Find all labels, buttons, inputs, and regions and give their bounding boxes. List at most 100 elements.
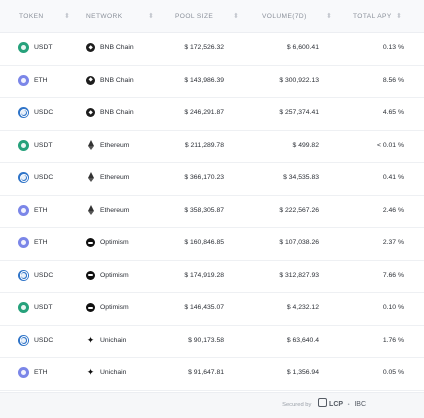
bnb-network-icon: [86, 108, 95, 117]
token-name: ETH: [34, 369, 48, 376]
uni-network-icon: ✦: [86, 367, 95, 377]
sort-token-icon[interactable]: ⬍: [64, 0, 70, 34]
eth-token-icon: [18, 367, 29, 378]
sort-pool-size-icon[interactable]: ⬍: [233, 0, 239, 34]
apy-value: 7.66 %: [382, 271, 404, 279]
table-header: TOKEN ⬍ NETWORK ⬍ POOL SIZE ⬍ VOLUME(7D)…: [0, 0, 424, 33]
token-name: USDT: [34, 141, 53, 149]
network-name: Ethereum: [100, 174, 130, 181]
network-name: Optimism: [100, 304, 129, 311]
column-header-network[interactable]: NETWORK: [86, 0, 123, 32]
pool-size-value: $ 172,526.32: [184, 44, 224, 51]
apy-value: < 0.01 %: [376, 141, 404, 149]
apy-value: 8.56 %: [382, 76, 404, 84]
table-row[interactable]: USDC Optimism $ 174,919.28 $ 312,827.93 7.66…: [0, 260, 424, 293]
token-name: USDT: [34, 44, 53, 51]
usdt-token-icon: [18, 42, 29, 53]
pool-size-value: $ 143,986.39: [184, 76, 224, 84]
secured-by-label: Secured by: [282, 402, 312, 408]
apy-value: 2.46 %: [382, 206, 404, 214]
network-name: Optimism: [100, 271, 129, 279]
volume-value: $ 312,827.93: [279, 271, 319, 279]
token-name: USDC: [34, 271, 54, 279]
eth-token-icon: [18, 204, 29, 216]
column-header-pool-size[interactable]: POOL SIZE: [175, 0, 213, 32]
token-name: USDC: [34, 336, 54, 344]
apy-value: 0.41 %: [382, 174, 404, 181]
uni-network-icon: ✦: [86, 334, 95, 345]
network-name: BNB Chain: [100, 76, 134, 84]
column-header-token[interactable]: TOKEN: [19, 0, 44, 32]
sort-apy-icon[interactable]: ⬍: [396, 0, 402, 34]
volume-value: $ 257,374.41: [279, 109, 319, 116]
network-name: BNB Chain: [100, 109, 134, 116]
ibc-label: IBC: [354, 401, 366, 408]
network-name: Ethereum: [100, 206, 130, 214]
volume-value: $ 4,232.12: [286, 304, 319, 311]
secured-by-footer: Secured by LCP • IBC: [282, 397, 366, 413]
volume-value: $ 107,038.26: [279, 239, 319, 246]
table-row[interactable]: ETH Optimism $ 160,846.85 $ 107,038.26 2.37 …: [0, 227, 424, 261]
bnb-network-icon: [86, 75, 95, 85]
pool-size-value: $ 91,647.81: [188, 369, 224, 376]
network-name: Unichain: [100, 336, 127, 344]
table-row[interactable]: USDC BNB Chain $ 246,291.87 $ 257,374.41 4.6…: [0, 97, 424, 131]
table-row[interactable]: USDC Ethereum $ 366,170.23 $ 34,535.83 0.41 …: [0, 162, 424, 196]
apy-value: 4.65 %: [382, 109, 404, 116]
lcp-logo-icon: [318, 398, 328, 407]
op-network-icon: [86, 238, 95, 247]
sort-network-icon[interactable]: ⬍: [148, 0, 154, 34]
op-network-icon: [86, 270, 95, 280]
usdt-token-icon: [18, 302, 29, 313]
table-row[interactable]: ETH Ethereum $ 358,305.87 $ 222,567.26 2.46 …: [0, 195, 424, 228]
volume-value: $ 6,600.41: [286, 44, 319, 51]
column-header-apy[interactable]: TOTAL APY: [353, 0, 392, 32]
op-network-icon: [86, 303, 95, 312]
pool-size-value: $ 246,291.87: [184, 109, 224, 116]
token-name: ETH: [34, 76, 48, 84]
token-name: USDT: [34, 304, 53, 311]
table-row[interactable]: ETH BNB Chain $ 143,986.39 $ 300,922.13 8.56…: [0, 65, 424, 98]
bnb-network-icon: [86, 43, 95, 52]
volume-value: $ 63,640.4: [286, 336, 319, 344]
lcp-label: LCP: [329, 401, 344, 408]
apy-value: 0.10 %: [382, 304, 404, 311]
pool-size-value: $ 211,289.78: [184, 141, 224, 149]
eth-token-icon: [18, 237, 29, 248]
token-name: USDC: [34, 174, 54, 181]
usdc-token-icon: [18, 172, 29, 183]
pools-table: TOKEN ⬍ NETWORK ⬍ POOL SIZE ⬍ VOLUME(7D)…: [0, 0, 424, 393]
network-name: Ethereum: [100, 141, 130, 149]
usdc-token-icon: [18, 107, 29, 118]
network-name: BNB Chain: [100, 44, 134, 51]
table-row[interactable]: USDT Ethereum $ 211,289.78 $ 499.82 < 0.01 %: [0, 130, 424, 163]
table-row[interactable]: USDT BNB Chain $ 172,526.32 $ 6,600.41 0.13 …: [0, 32, 424, 66]
volume-value: $ 499.82: [292, 141, 319, 149]
volume-value: $ 300,922.13: [279, 76, 319, 84]
apy-value: 1.76 %: [382, 336, 404, 344]
apy-value: 0.05 %: [382, 369, 404, 376]
usdc-token-icon: [18, 334, 29, 346]
table-row[interactable]: USDC ✦ Unichain $ 90,173.58 $ 63,640.4 1.76 %: [0, 325, 424, 358]
pool-size-value: $ 358,305.87: [184, 206, 224, 214]
network-name: Optimism: [100, 239, 129, 246]
volume-value: $ 222,567.26: [279, 206, 319, 214]
footer-separator: •: [347, 402, 350, 408]
pool-size-value: $ 366,170.23: [184, 174, 224, 181]
column-header-volume[interactable]: VOLUME(7D): [262, 0, 307, 32]
pool-size-value: $ 90,173.58: [188, 336, 224, 344]
eth-network-icon: [88, 204, 94, 215]
table-row[interactable]: ETH ✦ Unichain $ 91,647.81 $ 1,356.94 0.05 %: [0, 357, 424, 391]
pool-size-value: $ 174,919.28: [184, 271, 224, 279]
eth-token-icon: [18, 74, 29, 86]
apy-value: 2.37 %: [382, 239, 404, 246]
sort-volume-icon[interactable]: ⬍: [326, 0, 332, 34]
eth-network-icon: [88, 172, 94, 182]
pool-size-value: $ 160,846.85: [184, 239, 224, 246]
volume-value: $ 34,535.83: [283, 174, 319, 181]
token-name: ETH: [34, 239, 48, 246]
token-name: USDC: [34, 109, 54, 116]
table-row[interactable]: USDT Optimism $ 146,435.07 $ 4,232.12 0.10 %: [0, 292, 424, 326]
eth-network-icon: [88, 139, 94, 150]
pool-size-value: $ 146,435.07: [184, 304, 224, 311]
